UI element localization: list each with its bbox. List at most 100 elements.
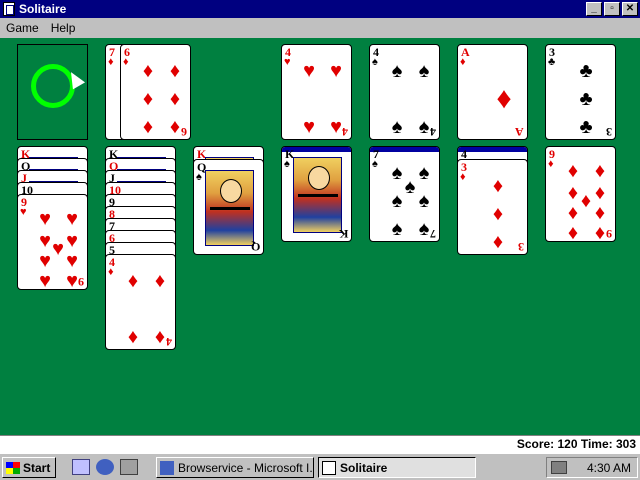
- face-card-art-icon: [293, 157, 342, 233]
- task-label: Browservice - Microsoft I...: [178, 460, 314, 475]
- card-pip-icon: ♦: [169, 60, 181, 82]
- start-label: Start: [23, 460, 51, 475]
- card-rank-bottom: Q: [250, 240, 260, 254]
- card-suit-icon: ♥: [20, 206, 27, 218]
- score-time: Score: 120 Time: 303: [516, 437, 636, 451]
- card-edge: [370, 147, 439, 152]
- task-label: Solitaire: [340, 460, 388, 475]
- tableau-card[interactable]: 9 ♦ ♦ ♦ ♦ ♦ ♦ ♦ ♦ ♦ ♦ 9: [545, 146, 616, 242]
- system-tray: 4:30 AM: [546, 457, 638, 478]
- task-browservice[interactable]: Browservice - Microsoft I...: [156, 457, 314, 478]
- card-rank-bottom: 6: [181, 125, 187, 139]
- recycle-circle-icon: [31, 64, 75, 108]
- card-pip-icon: ♦: [492, 231, 504, 253]
- card-suit-icon: ♦: [460, 56, 466, 68]
- game-table[interactable]: 7♦♦♦♦♦♦♦♦76♦♦♦♦♦♦♦64♥♥♥♥♥44♠♠♠♠♠4A♦♦A3♣♣…: [0, 38, 640, 435]
- card-rank-bottom: A: [515, 125, 524, 139]
- browser-icon: [160, 460, 174, 475]
- card-pip-icon: ♦: [496, 82, 512, 115]
- card-pip-icon: ♠: [418, 190, 430, 212]
- card-pip-icon: ♠: [391, 218, 403, 240]
- card-rank-bottom: 9: [606, 227, 612, 241]
- network-tray-icon[interactable]: [551, 461, 567, 474]
- start-button[interactable]: Start: [2, 457, 56, 478]
- card-pip-icon: ♦: [127, 270, 139, 292]
- menu-game[interactable]: Game: [0, 18, 45, 38]
- card-suit-icon: ♦: [108, 56, 114, 68]
- card-suit-icon: ♠: [284, 158, 290, 170]
- card-pip-icon: ♦: [142, 116, 154, 138]
- tableau-card[interactable]: 4 ♦ ♦ ♦ ♦ ♦ 4: [105, 254, 176, 350]
- foundation-pile-4[interactable]: 3 ♣ ♣ ♣ ♣ 3: [545, 44, 616, 140]
- card-rank-bottom: 4: [166, 335, 172, 349]
- channels-quicklaunch-icon[interactable]: [120, 459, 138, 475]
- tableau-card[interactable]: K♠K: [281, 146, 352, 242]
- tableau-card[interactable]: 9 ♥ ♥ ♥ ♥ ♥ ♥ ♥ ♥ ♥ ♥ 9: [17, 194, 88, 290]
- stock-pile[interactable]: [17, 44, 88, 140]
- title-bar: Solitaire _ ▫ ✕: [0, 0, 640, 18]
- card-pip-icon: ♦: [154, 270, 166, 292]
- card-pip-icon: ♦: [594, 160, 606, 182]
- card-pip-icon: ♠: [391, 60, 403, 82]
- card-rank-bottom: K: [338, 227, 348, 241]
- close-button[interactable]: ✕: [622, 2, 638, 16]
- card-pip-icon: ♠: [391, 116, 403, 138]
- card-pip-icon: ♣: [579, 88, 593, 110]
- card-pip-icon: ♦: [567, 202, 579, 224]
- card-pip-icon: ♥: [330, 60, 342, 82]
- tableau-card[interactable]: 3 ♦ ♦ ♦ ♦ 3: [457, 159, 528, 255]
- card-pip-icon: ♦: [492, 175, 504, 197]
- card-edge: [458, 147, 527, 152]
- foundation-pile-3[interactable]: A ♦ ♦ A: [457, 44, 528, 140]
- card-pip-icon: ♥: [303, 60, 315, 82]
- maximize-button[interactable]: ▫: [604, 2, 620, 16]
- card-pip-icon: ♦: [594, 202, 606, 224]
- solitaire-icon: [322, 460, 336, 475]
- task-solitaire[interactable]: Solitaire: [318, 457, 476, 478]
- card-pip-icon: ♦: [142, 60, 154, 82]
- tableau-card[interactable]: 7♠♠♠♠♠♠♠♠7: [369, 146, 440, 242]
- card-rank-bottom: 4: [342, 125, 348, 139]
- card-rank-bottom: 7: [430, 227, 436, 241]
- waste-card-top[interactable]: 6 ♦ ♦ ♦ ♦ ♦ ♦ ♦ 6: [120, 44, 191, 140]
- card-pip-icon: ♣: [579, 60, 593, 82]
- card-pip-icon: ♦: [169, 88, 181, 110]
- card-suit-icon: ♦: [548, 158, 554, 170]
- card-pip-icon: ♦: [567, 160, 579, 182]
- card-suit-icon: ♦: [460, 171, 466, 183]
- card-rank-bottom: 9: [78, 275, 84, 289]
- card-pip-icon: ♦: [127, 326, 139, 348]
- foundation-pile-1[interactable]: 4 ♥ ♥ ♥ ♥ ♥ 4: [281, 44, 352, 140]
- windows-logo-icon: [6, 461, 20, 474]
- clock[interactable]: 4:30 AM: [587, 461, 631, 475]
- card-pip-icon: ♥: [39, 250, 51, 272]
- desktop-quicklaunch-icon[interactable]: [72, 459, 90, 475]
- card-suit-icon: ♥: [284, 56, 291, 68]
- card-rank-bottom: 4: [430, 125, 436, 139]
- card-pip-icon: ♥: [303, 116, 315, 138]
- card-pip-icon: ♠: [418, 60, 430, 82]
- minimize-button[interactable]: _: [586, 2, 602, 16]
- card-pip-icon: ♥: [39, 208, 51, 230]
- face-card-art-icon: [205, 170, 254, 246]
- solitaire-app-icon[interactable]: [3, 2, 15, 16]
- browser-quicklaunch-icon[interactable]: [96, 459, 114, 475]
- card-pip-icon: ♣: [579, 116, 593, 138]
- status-bar: Score: 120 Time: 303: [0, 435, 640, 453]
- menu-bar: Game Help: [0, 18, 640, 38]
- card-suit-icon: ♠: [372, 56, 378, 68]
- card-pip-icon: ♥: [39, 270, 51, 290]
- card-pip-icon: ♦: [567, 222, 579, 242]
- card-pip-icon: ♥: [66, 208, 78, 230]
- card-pip-icon: ♥: [66, 250, 78, 272]
- menu-help[interactable]: Help: [45, 18, 82, 38]
- card-pip-icon: ♦: [142, 88, 154, 110]
- foundation-pile-2[interactable]: 4 ♠ ♠ ♠ ♠ ♠ 4: [369, 44, 440, 140]
- tableau-card[interactable]: Q♠Q: [193, 159, 264, 255]
- card-rank-bottom: 3: [606, 125, 612, 139]
- card-suit-icon: ♠: [372, 158, 378, 170]
- card-pip-icon: ♠: [391, 190, 403, 212]
- card-suit-icon: ♦: [108, 266, 114, 278]
- card-suit-icon: ♣: [548, 56, 556, 68]
- card-suit-icon: ♦: [123, 56, 129, 68]
